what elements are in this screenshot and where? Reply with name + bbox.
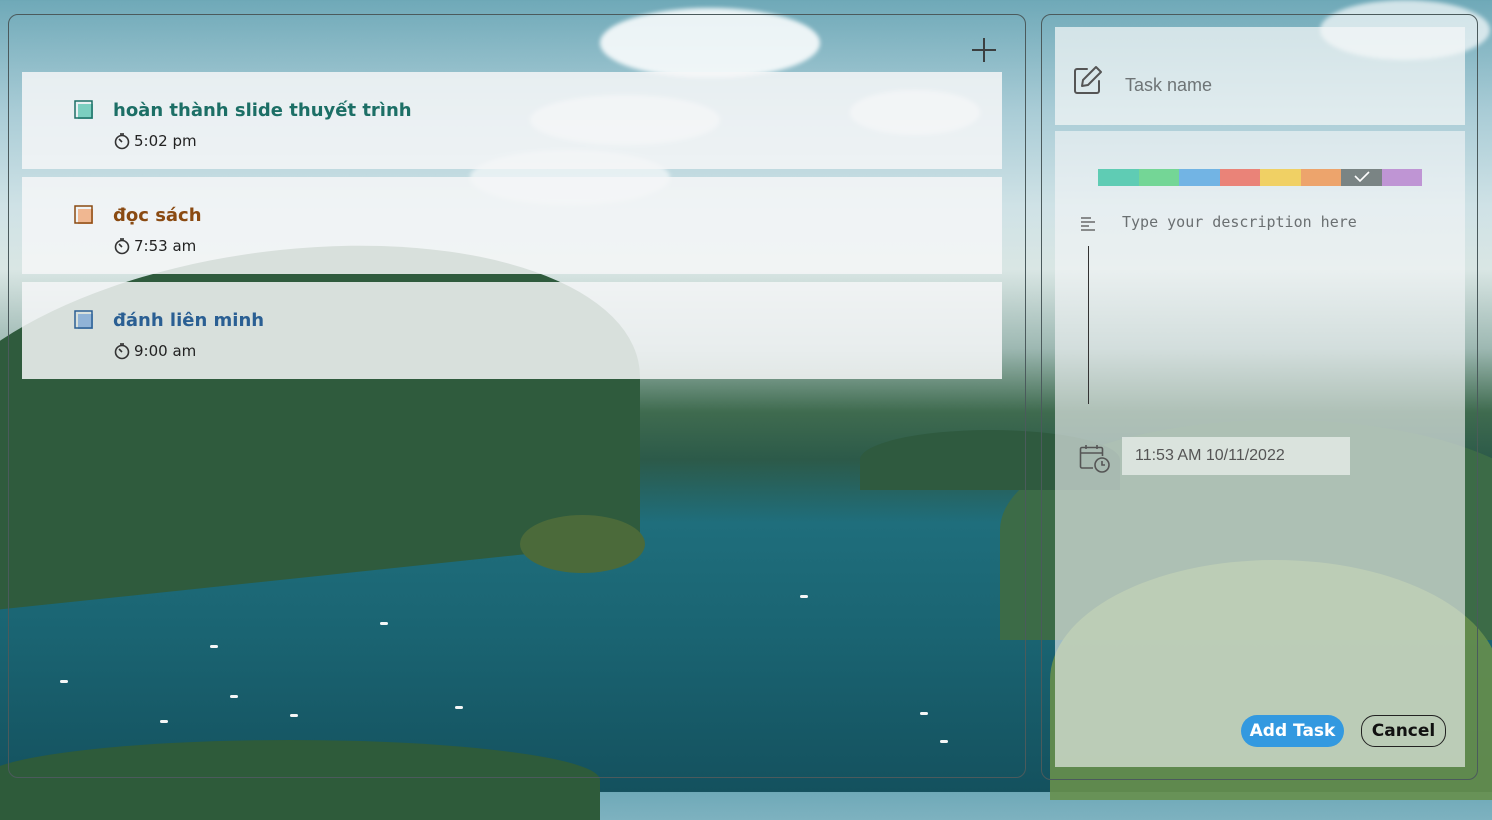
checkbox-icon[interactable] bbox=[74, 310, 94, 330]
text-lines-icon bbox=[1081, 217, 1095, 231]
color-swatch[interactable] bbox=[1260, 169, 1301, 186]
cancel-button[interactable]: Cancel bbox=[1361, 715, 1446, 747]
color-swatch[interactable] bbox=[1179, 169, 1220, 186]
task-list: hoàn thành slide thuyết trình 5:02 pm đọ… bbox=[22, 72, 1002, 387]
task-title: đọc sách bbox=[113, 205, 202, 226]
color-swatch[interactable] bbox=[1381, 169, 1422, 186]
color-swatch[interactable] bbox=[1219, 169, 1260, 186]
timer-icon bbox=[114, 343, 130, 360]
task-time-label: 5:02 pm bbox=[134, 132, 197, 150]
timer-icon bbox=[114, 133, 130, 150]
description-input[interactable] bbox=[1120, 211, 1444, 395]
checkbox-icon[interactable] bbox=[74, 100, 94, 120]
task-card[interactable]: đọc sách 7:53 am bbox=[22, 177, 1002, 274]
color-picker bbox=[1098, 169, 1422, 186]
task-time-label: 7:53 am bbox=[134, 237, 197, 255]
task-time-label: 9:00 am bbox=[134, 342, 197, 360]
task-name-input[interactable] bbox=[1123, 67, 1447, 103]
task-title: hoàn thành slide thuyết trình bbox=[113, 100, 412, 121]
color-swatch-selected[interactable] bbox=[1341, 169, 1382, 186]
datetime-input[interactable] bbox=[1122, 437, 1350, 475]
task-card[interactable]: hoàn thành slide thuyết trình 5:02 pm bbox=[22, 72, 1002, 169]
color-swatch[interactable] bbox=[1098, 169, 1139, 186]
plus-icon[interactable] bbox=[968, 34, 1000, 66]
checkbox-icon[interactable] bbox=[74, 205, 94, 225]
task-name-section bbox=[1055, 27, 1465, 125]
description-divider bbox=[1088, 246, 1089, 404]
edit-icon bbox=[1074, 66, 1102, 94]
task-time: 5:02 pm bbox=[113, 132, 197, 150]
task-card[interactable]: đánh liên minh 9:00 am bbox=[22, 282, 1002, 379]
calendar-clock-icon bbox=[1079, 445, 1110, 473]
task-details-section: Add Task Cancel bbox=[1055, 131, 1465, 767]
color-swatch[interactable] bbox=[1300, 169, 1341, 186]
timer-icon bbox=[114, 238, 130, 255]
task-time: 9:00 am bbox=[113, 342, 196, 360]
check-icon bbox=[1354, 171, 1370, 183]
task-title: đánh liên minh bbox=[113, 310, 265, 331]
add-task-button[interactable]: Add Task bbox=[1241, 715, 1344, 747]
task-time: 7:53 am bbox=[113, 237, 196, 255]
color-swatch[interactable] bbox=[1138, 169, 1179, 186]
